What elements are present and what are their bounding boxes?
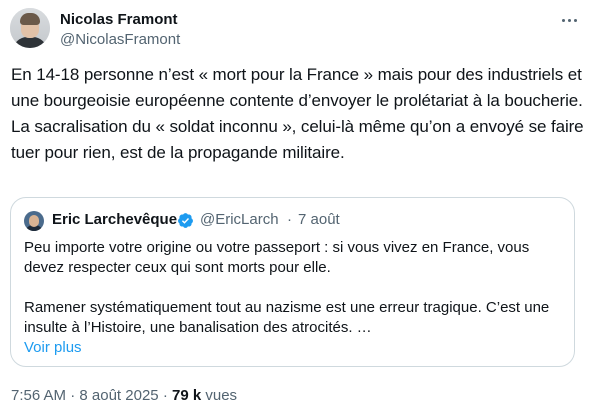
dot-separator: · <box>70 387 76 404</box>
more-options-icon[interactable] <box>557 10 581 30</box>
quoted-tweet-date[interactable]: 7 août <box>298 210 340 230</box>
quoted-author-avatar[interactable] <box>24 211 44 231</box>
quoted-paragraph: Peu importe votre origine ou votre passe… <box>24 239 530 276</box>
quoted-tweet-text: Peu importe votre origine ou votre passe… <box>24 238 564 338</box>
tweet-time[interactable]: 7:56 AM <box>11 387 66 404</box>
dot-separator: · <box>162 387 168 404</box>
verified-badge-icon <box>178 213 193 228</box>
views-count[interactable]: 79 k <box>172 387 201 404</box>
tweet-paragraph: La sacralisation du « soldat inconnu », … <box>11 117 584 162</box>
author-name[interactable]: Nicolas Framont <box>60 10 178 30</box>
tweet: Nicolas Framont @NicolasFramont En 14-18… <box>0 0 596 412</box>
tweet-metadata: 7:56 AM · 8 août 2025 · 79 k vues <box>11 386 237 406</box>
quoted-paragraph: Ramener systématiquement tout au nazisme… <box>24 299 550 336</box>
tweet-paragraph: En 14-18 personne n’est « mort pour la F… <box>11 65 583 110</box>
author-avatar[interactable] <box>10 8 50 48</box>
views-label: vues <box>205 387 238 404</box>
author-handle[interactable]: @NicolasFramont <box>60 30 180 50</box>
quoted-author-name[interactable]: Eric Larchevêque <box>52 210 177 230</box>
tweet-text: En 14-18 personne n’est « mort pour la F… <box>11 62 586 166</box>
quoted-tweet[interactable]: Eric Larchevêque @EricLarch · 7 août Peu… <box>10 197 575 367</box>
tweet-date[interactable]: 8 août 2025 <box>79 387 158 404</box>
dot-separator: · <box>287 211 292 228</box>
show-more-link[interactable]: Voir plus <box>24 338 82 358</box>
quoted-author-handle[interactable]: @EricLarch <box>200 210 279 230</box>
